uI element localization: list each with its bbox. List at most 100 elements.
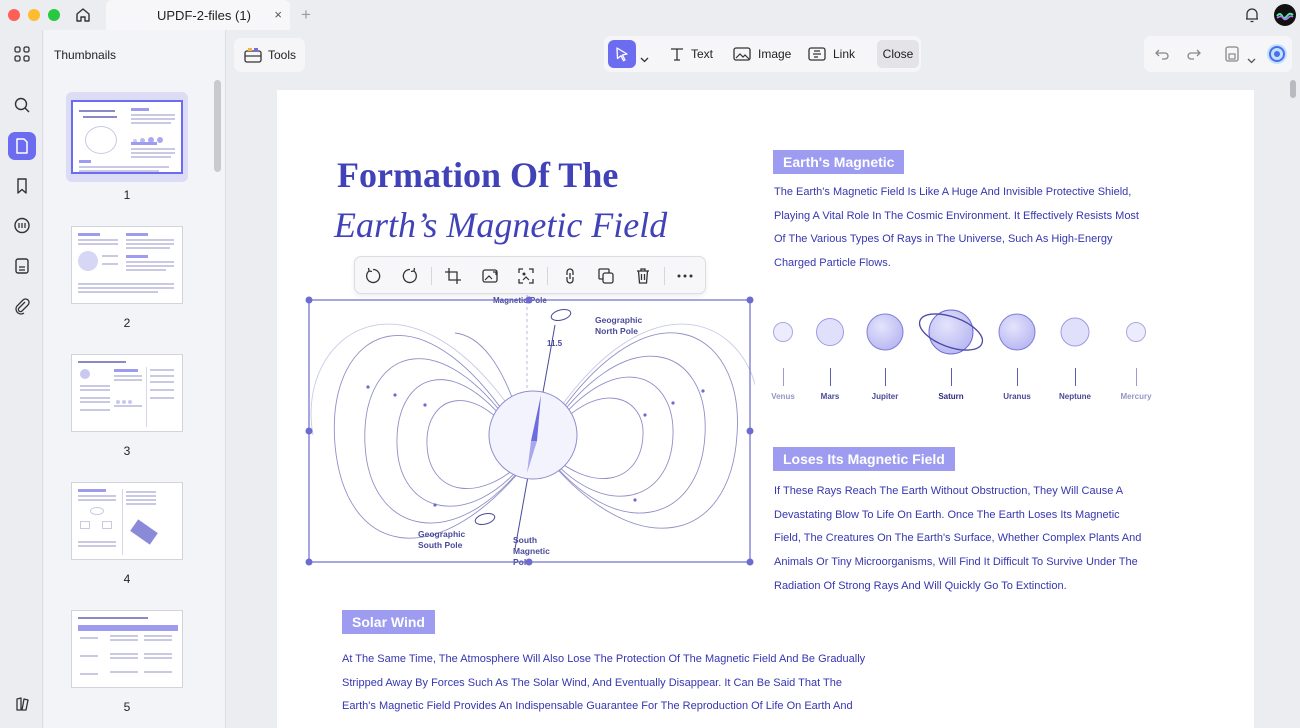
planet-label-jupiter: Jupiter — [871, 392, 899, 401]
uranus-planet — [998, 313, 1036, 351]
label-south-magnetic-2: Magnetic — [513, 546, 550, 556]
rotate-right-icon[interactable] — [400, 266, 420, 286]
mercury-marker — [1136, 368, 1137, 386]
neptune-marker — [1075, 368, 1076, 386]
image-icon — [733, 47, 751, 61]
paperclip-icon[interactable] — [8, 292, 36, 320]
label-geographic-south-1: Geographic — [418, 529, 466, 539]
grid-icon[interactable] — [8, 40, 36, 68]
document-vertical-scrollbar[interactable] — [1290, 80, 1296, 98]
copy-icon[interactable] — [596, 266, 616, 286]
link-icon[interactable] — [560, 266, 580, 286]
section-heading-solar-wind[interactable]: Solar Wind — [342, 610, 435, 634]
planet-label-neptune: Neptune — [1059, 392, 1091, 401]
planet-label-venus: Venus — [771, 392, 795, 401]
thumbnail-page-1[interactable]: 1 — [66, 92, 188, 202]
planets-illustration[interactable]: Venus Mars Jupiter Saturn Uranus Neptune… — [761, 304, 1161, 404]
thumbnail-number: 2 — [123, 316, 131, 330]
text-tool-label: Text — [691, 47, 714, 61]
chevron-down-icon[interactable] — [1247, 51, 1256, 69]
thumbnail-number: 4 — [123, 572, 131, 586]
toolbox-icon — [243, 46, 263, 69]
planet-label-uranus: Uranus — [1003, 392, 1031, 401]
chevron-down-icon[interactable] — [640, 50, 649, 68]
bookmark-icon[interactable] — [8, 172, 36, 200]
planet-label-mars: Mars — [820, 392, 840, 401]
thumbnail-page-4[interactable]: 4 — [66, 476, 188, 586]
save-icon[interactable] — [1224, 45, 1240, 68]
mars-planet — [816, 318, 844, 346]
pdf-page: Formation Of The Earth’s Magnetic Field … — [277, 90, 1254, 728]
more-options-icon[interactable] — [675, 266, 695, 286]
link-icon — [808, 47, 826, 61]
home-icon[interactable] — [72, 5, 94, 25]
thumbnail-page-2[interactable]: 2 — [66, 220, 188, 330]
venus-planet — [773, 322, 793, 342]
text-tool-button[interactable]: Text — [668, 46, 713, 62]
label-angle: 11.5 — [547, 339, 563, 348]
section-heading-loses-magnetic-field[interactable]: Loses Its Magnetic Field — [773, 447, 955, 471]
section-body-solar-wind[interactable]: At The Same Time, The Atmosphere Will Al… — [342, 648, 865, 719]
thumbnail-number: 3 — [123, 444, 131, 458]
comment-icon[interactable] — [8, 212, 36, 240]
main-area: Tools Text Image Link Close Formation Of… — [226, 30, 1300, 728]
thumbnail-image — [71, 226, 183, 304]
thumbnail-page-5[interactable]: 5 — [66, 604, 188, 714]
link-tool-button[interactable]: Link — [807, 46, 855, 62]
layers-icon[interactable] — [8, 690, 36, 718]
page-icon[interactable] — [8, 132, 36, 160]
mercury-planet — [1126, 322, 1146, 342]
close-window-button[interactable] — [8, 9, 20, 21]
section-body-earths-magnetic[interactable]: The Earth's Magnetic Field Is Like A Hug… — [774, 181, 1139, 276]
link-tool-label: Link — [833, 47, 856, 61]
section-body-loses-magnetic-field[interactable]: If These Rays Reach The Earth Without Ob… — [774, 480, 1141, 599]
page-title-line-1[interactable]: Formation Of The — [337, 154, 618, 196]
page-title-line-2[interactable]: Earth’s Magnetic Field — [334, 204, 667, 246]
thumbnail-number: 1 — [123, 188, 131, 202]
uranus-marker — [1017, 368, 1018, 386]
thumbnail-image — [71, 610, 183, 688]
thumbnails-scrollbar[interactable] — [214, 80, 221, 172]
trash-icon[interactable] — [633, 266, 653, 286]
tools-label: Tools — [268, 48, 297, 62]
thumbnail-frame — [66, 92, 188, 182]
image-tool-label: Image — [758, 47, 792, 61]
tools-button[interactable]: Tools — [234, 38, 305, 72]
image-edit-toolbar — [354, 256, 706, 294]
minimize-window-button[interactable] — [28, 9, 40, 21]
undo-icon[interactable] — [1154, 46, 1170, 67]
rotate-left-icon[interactable] — [363, 266, 383, 286]
neptune-planet — [1060, 317, 1090, 347]
close-edit-button[interactable]: Close — [877, 40, 919, 68]
thumbnail-frame — [66, 220, 188, 310]
thumbnail-frame — [66, 348, 188, 438]
label-south-magnetic-1: South — [513, 535, 537, 545]
tab-title: UPDF-2-files (1) — [157, 8, 251, 23]
maximize-window-button[interactable] — [48, 9, 60, 21]
crop-icon[interactable] — [443, 266, 463, 286]
thumbnail-page-3[interactable]: 3 — [66, 348, 188, 458]
forms-icon[interactable] — [8, 252, 36, 280]
redo-icon[interactable] — [1186, 46, 1202, 67]
section-heading-earths-magnetic[interactable]: Earth's Magnetic — [773, 150, 905, 174]
tab-close-icon[interactable]: × — [274, 8, 282, 22]
jupiter-marker — [885, 368, 886, 386]
ai-assistant-icon[interactable] — [1266, 43, 1288, 70]
thumbnail-frame — [66, 476, 188, 566]
label-geographic-north-1: Geographic — [595, 315, 643, 325]
avatar[interactable] — [1274, 4, 1296, 26]
magnetic-field-diagram[interactable]: Magnetic Pole Geographic North Pole 11.5… — [305, 295, 755, 569]
search-icon[interactable] — [8, 91, 36, 119]
thumbnail-image — [71, 100, 183, 174]
saturn-marker — [951, 368, 952, 386]
thumbnail-image — [71, 482, 183, 560]
image-tool-button[interactable]: Image — [732, 46, 791, 62]
bell-icon[interactable] — [1243, 6, 1261, 24]
extract-image-icon[interactable] — [516, 266, 536, 286]
replace-image-icon[interactable] — [480, 266, 500, 286]
document-tab[interactable]: UPDF-2-files (1) × — [106, 0, 290, 30]
label-geographic-north-2: North Pole — [595, 326, 638, 336]
text-icon — [671, 48, 683, 61]
select-tool-button[interactable] — [608, 40, 636, 68]
new-tab-button[interactable]: + — [301, 5, 311, 25]
